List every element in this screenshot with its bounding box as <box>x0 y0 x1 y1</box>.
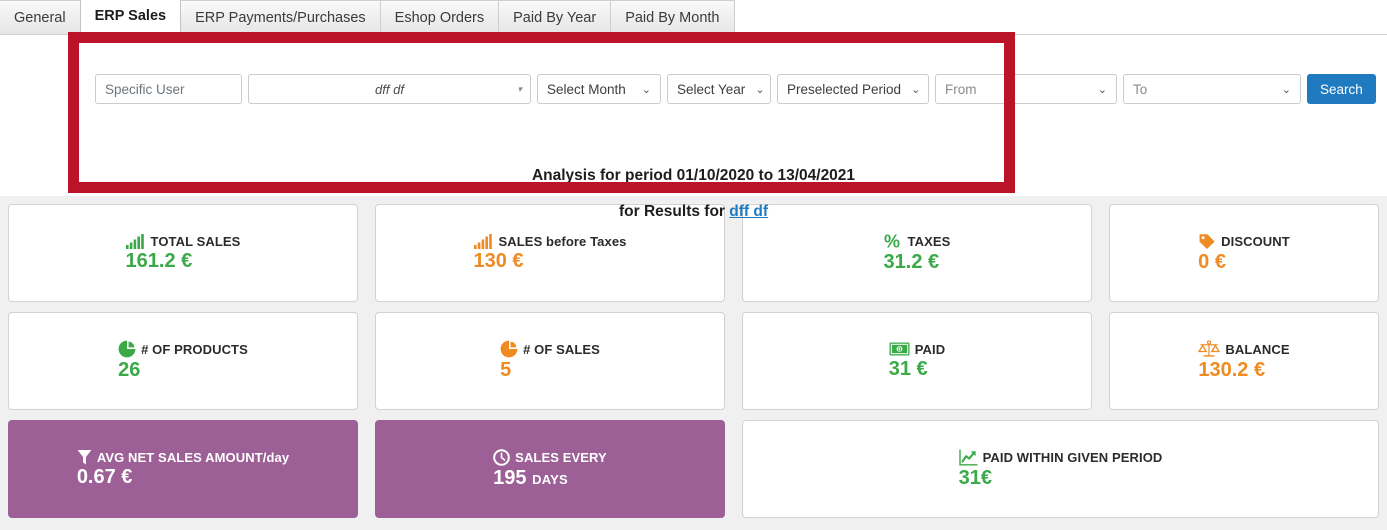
card-paid[interactable]: 0 PAID 31 € <box>742 312 1092 410</box>
preselected-period-label: Preselected Period <box>787 81 902 97</box>
from-date-select[interactable]: From ⌄ <box>935 74 1117 104</box>
card-number-of-products[interactable]: # OF PRODUCTS 26 <box>8 312 358 410</box>
scales-icon <box>1198 340 1221 358</box>
filter-panel: Specific User dff df ▾ Select Month ⌄ Se… <box>0 36 1387 220</box>
tab-erp-sales[interactable]: ERP Sales <box>79 0 182 34</box>
year-select-label: Select Year <box>677 81 746 97</box>
card-label: PAID WITHIN GIVEN PERIOD <box>982 449 1163 465</box>
pie-chart-icon <box>118 340 136 358</box>
card-balance[interactable]: BALANCE 130.2 € <box>1109 312 1379 410</box>
analysis-period-text: Analysis for period 01/10/2020 to 13/04/… <box>531 167 856 184</box>
card-value: 26 <box>118 359 141 381</box>
card-value: 195 <box>493 466 527 489</box>
chevron-down-icon: ⌄ <box>1097 83 1107 96</box>
tab-paid-by-year[interactable]: Paid By Year <box>498 0 612 34</box>
year-select[interactable]: Select Year ⌄ <box>667 74 771 104</box>
tab-bar: General ERP Sales ERP Payments/Purchases… <box>0 0 1387 35</box>
funnel-icon <box>77 449 92 465</box>
card-label: TOTAL SALES <box>150 233 241 249</box>
to-date-placeholder: To <box>1133 81 1148 97</box>
user-select-value: dff df <box>375 81 404 97</box>
card-value: 31.2 € <box>883 250 940 273</box>
card-value: 5 <box>500 359 512 381</box>
card-value-wrap: 195 DAYS <box>493 467 568 490</box>
card-label: # OF SALES <box>523 341 600 357</box>
pie-chart-icon <box>500 340 518 358</box>
card-value-unit: DAYS <box>532 471 568 487</box>
chevron-down-icon: ▾ <box>517 83 522 94</box>
kpi-row-2: # OF PRODUCTS 26 # OF SALES 5 0 PAID 31 … <box>0 312 1387 410</box>
results-for-text: for Results for dff df <box>0 203 1387 221</box>
card-value: 130 € <box>473 249 524 272</box>
card-label: PAID <box>914 341 946 357</box>
clock-icon <box>493 448 510 466</box>
card-label: SALES before Taxes <box>498 233 627 249</box>
to-date-select[interactable]: To ⌄ <box>1123 74 1301 104</box>
card-value: 31€ <box>958 466 992 489</box>
banknote-icon: 0 <box>889 342 910 356</box>
percent-icon: % <box>884 233 903 250</box>
tab-eshop-orders[interactable]: Eshop Orders <box>379 0 500 34</box>
bar-chart-icon <box>125 233 146 249</box>
trend-up-icon <box>958 449 978 466</box>
user-select[interactable]: dff df ▾ <box>248 74 531 104</box>
card-value: 31 € <box>888 357 928 380</box>
specific-user-input[interactable]: Specific User <box>95 74 242 104</box>
from-date-placeholder: From <box>945 81 977 97</box>
svg-text:%: % <box>884 233 900 250</box>
kpi-dashboard: TOTAL SALES 161.2 € SALES before Taxes 1… <box>0 196 1387 530</box>
card-label: TAXES <box>907 233 951 249</box>
card-value: 0.67 € <box>76 466 133 488</box>
tab-erp-payments-purchases[interactable]: ERP Payments/Purchases <box>180 0 381 34</box>
chevron-down-icon: ⌄ <box>755 83 765 96</box>
card-label: # OF PRODUCTS <box>141 341 248 357</box>
tab-general[interactable]: General <box>0 0 81 34</box>
chevron-down-icon: ⌄ <box>641 83 651 96</box>
results-user-link[interactable]: dff df <box>729 203 768 220</box>
card-avg-net-sales-per-day[interactable]: AVG NET SALES AMOUNT/day 0.67 € <box>8 420 358 518</box>
month-select[interactable]: Select Month ⌄ <box>537 74 661 104</box>
chevron-down-icon: ⌄ <box>911 83 921 96</box>
card-value: 161.2 € <box>125 249 193 272</box>
card-sales-every[interactable]: SALES EVERY 195 DAYS <box>375 420 725 518</box>
bar-chart-icon <box>473 233 494 249</box>
specific-user-label: Specific User <box>105 81 185 97</box>
card-label: BALANCE <box>1225 341 1290 357</box>
month-select-label: Select Month <box>547 81 626 97</box>
card-label: SALES EVERY <box>515 449 607 465</box>
search-button[interactable]: Search <box>1307 74 1376 104</box>
card-value: 0 € <box>1198 250 1226 273</box>
filter-controls-row: Specific User dff df ▾ Select Month ⌄ Se… <box>95 74 1376 104</box>
kpi-row-3: AVG NET SALES AMOUNT/day 0.67 € SALES EV… <box>0 420 1387 518</box>
card-number-of-sales[interactable]: # OF SALES 5 <box>375 312 725 410</box>
card-label: AVG NET SALES AMOUNT/day <box>96 449 290 465</box>
card-paid-within-given-period[interactable]: PAID WITHIN GIVEN PERIOD 31€ <box>742 420 1379 518</box>
tag-icon <box>1198 233 1216 250</box>
preselected-period-select[interactable]: Preselected Period ⌄ <box>777 74 929 104</box>
card-value: 130.2 € <box>1198 359 1266 381</box>
results-for-prefix: for Results for <box>619 203 730 220</box>
card-label: DISCOUNT <box>1221 233 1290 249</box>
chevron-down-icon: ⌄ <box>1281 83 1291 96</box>
tab-paid-by-month[interactable]: Paid By Month <box>610 0 735 34</box>
